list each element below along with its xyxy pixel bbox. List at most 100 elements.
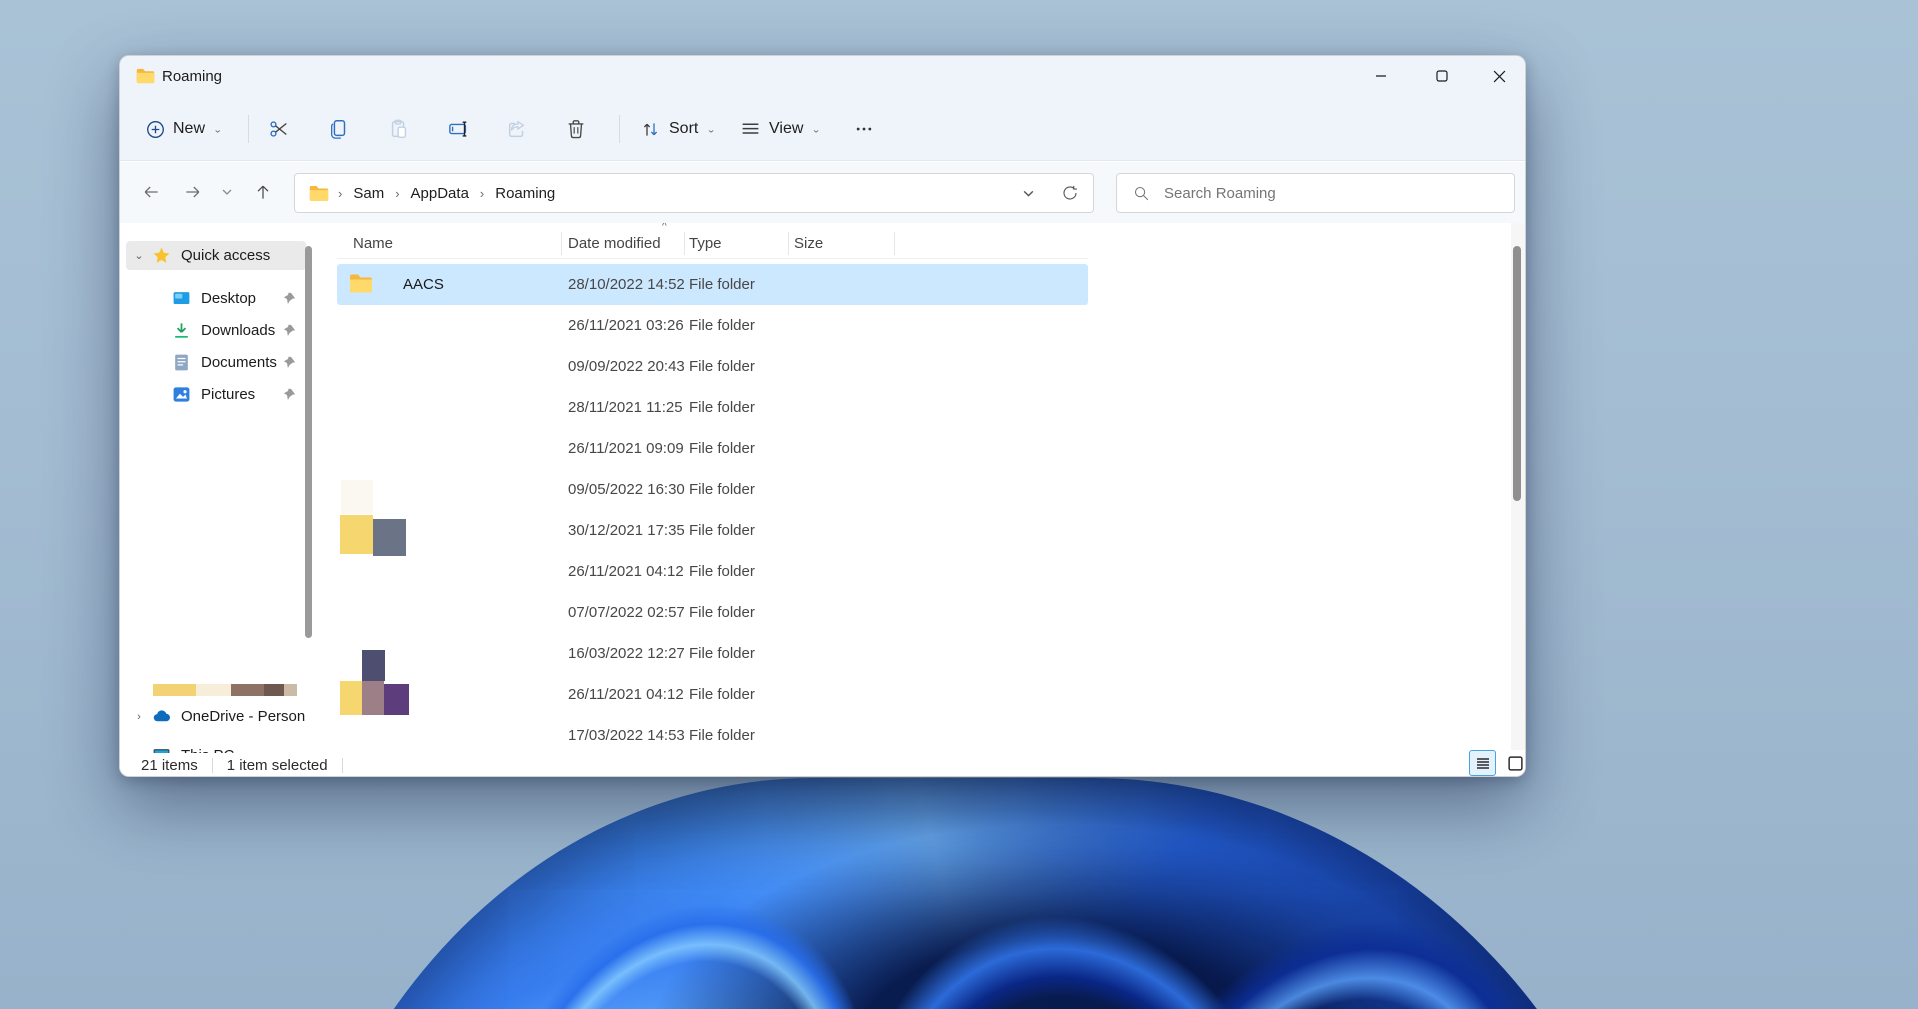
file-row[interactable]: 17/03/2022 14:53 File folder bbox=[337, 715, 1088, 753]
view-button-label: View bbox=[769, 120, 803, 138]
redacted-name-block bbox=[340, 681, 362, 715]
sidebar-item-desktop[interactable]: Desktop bbox=[126, 284, 306, 313]
column-divider[interactable] bbox=[561, 232, 562, 255]
file-row[interactable]: 26/11/2021 09:09 File folder bbox=[337, 428, 1088, 469]
computer-icon bbox=[152, 746, 171, 753]
up-button[interactable] bbox=[246, 176, 280, 208]
breadcrumb-sam[interactable]: Sam bbox=[351, 183, 386, 204]
minimize-button[interactable] bbox=[1358, 56, 1404, 96]
star-icon bbox=[152, 246, 171, 265]
content-area: ⌄ Quick access Desktop Downloads bbox=[120, 223, 1525, 753]
downloads-icon bbox=[172, 321, 191, 340]
window-title: Roaming bbox=[162, 68, 222, 85]
forward-icon bbox=[183, 182, 203, 202]
file-type: File folder bbox=[689, 317, 755, 334]
maximize-button[interactable] bbox=[1419, 56, 1465, 96]
file-name: AACS bbox=[403, 276, 444, 293]
redacted-name-block bbox=[340, 515, 373, 554]
sidebar-item-quick-access[interactable]: ⌄ Quick access bbox=[126, 241, 306, 270]
copy-button[interactable] bbox=[320, 110, 358, 148]
chevron-down-icon[interactable]: ⌄ bbox=[126, 249, 152, 262]
new-button[interactable]: New ⌄ bbox=[138, 110, 230, 148]
file-list-scrollbar[interactable] bbox=[1511, 223, 1525, 753]
file-type: File folder bbox=[689, 686, 755, 703]
file-row[interactable]: 28/11/2021 11:25 File folder bbox=[337, 387, 1088, 428]
redacted-name-block bbox=[231, 684, 264, 696]
details-view-icon bbox=[1475, 755, 1491, 771]
items-count: 21 items bbox=[141, 757, 198, 774]
sort-button[interactable]: Sort ⌄ bbox=[632, 110, 724, 148]
sort-ascending-icon: ^ bbox=[662, 223, 667, 232]
chevron-right-icon[interactable]: › bbox=[126, 711, 152, 723]
share-button[interactable] bbox=[498, 110, 536, 148]
breadcrumb-appdata[interactable]: AppData bbox=[409, 183, 471, 204]
paste-icon bbox=[388, 118, 410, 140]
back-icon bbox=[141, 182, 161, 202]
thumbnail-view-button[interactable] bbox=[1502, 750, 1526, 776]
pin-icon bbox=[283, 388, 296, 401]
column-header-size[interactable]: Size bbox=[794, 228, 823, 259]
selection-count: 1 item selected bbox=[227, 757, 328, 774]
copy-icon bbox=[328, 118, 350, 140]
pin-icon bbox=[283, 356, 296, 369]
redacted-name-block bbox=[373, 519, 406, 556]
sort-icon bbox=[640, 119, 661, 140]
search-input[interactable] bbox=[1164, 185, 1464, 202]
sidebar-item-pictures[interactable]: Pictures bbox=[126, 380, 306, 409]
sidebar-item-onedrive[interactable]: › OneDrive - Person bbox=[126, 702, 306, 731]
redacted-name-block bbox=[264, 684, 284, 696]
sidebar-scrollbar[interactable] bbox=[305, 246, 312, 638]
titlebar[interactable]: Roaming bbox=[120, 56, 1525, 98]
file-row[interactable]: 30/12/2021 17:35 File folder bbox=[337, 510, 1088, 551]
redacted-name-block bbox=[284, 684, 297, 696]
view-button[interactable]: View ⌄ bbox=[732, 110, 829, 148]
address-dropdown-icon[interactable] bbox=[1022, 187, 1035, 200]
file-date: 30/12/2021 17:35 bbox=[568, 522, 685, 539]
recent-locations-icon bbox=[221, 186, 233, 198]
scrollbar-thumb[interactable] bbox=[1513, 246, 1521, 501]
column-header-name[interactable]: Name bbox=[353, 228, 393, 259]
file-row[interactable]: 09/05/2022 16:30 File folder bbox=[337, 469, 1088, 510]
forward-button[interactable] bbox=[176, 176, 210, 208]
breadcrumb-separator: › bbox=[471, 186, 493, 201]
breadcrumb-separator: › bbox=[386, 186, 408, 201]
file-row[interactable]: 07/07/2022 02:57 File folder bbox=[337, 592, 1088, 633]
file-row[interactable]: 09/09/2022 20:43 File folder bbox=[337, 346, 1088, 387]
file-row[interactable]: 16/03/2022 12:27 File folder bbox=[337, 633, 1088, 674]
column-header-type[interactable]: Type bbox=[689, 228, 722, 259]
search-box[interactable] bbox=[1116, 173, 1515, 213]
address-breadcrumb-bar[interactable]: › Sam › AppData › Roaming bbox=[294, 173, 1094, 213]
paste-button[interactable] bbox=[380, 110, 418, 148]
close-icon bbox=[1493, 70, 1506, 83]
navigation-pane: ⌄ Quick access Desktop Downloads bbox=[120, 223, 331, 753]
sidebar-item-label: Downloads bbox=[201, 322, 275, 339]
file-row[interactable]: 26/11/2021 04:12 File folder bbox=[337, 551, 1088, 592]
column-divider[interactable] bbox=[894, 232, 895, 255]
file-date: 09/09/2022 20:43 bbox=[568, 358, 685, 375]
details-view-button[interactable] bbox=[1469, 750, 1496, 776]
column-header-date[interactable]: Date modified bbox=[568, 228, 661, 259]
rename-button[interactable] bbox=[440, 110, 478, 148]
delete-button[interactable] bbox=[557, 110, 595, 148]
breadcrumb-roaming[interactable]: Roaming bbox=[493, 183, 557, 204]
refresh-icon[interactable] bbox=[1061, 184, 1079, 202]
file-date: 28/11/2021 11:25 bbox=[568, 399, 683, 416]
sidebar-item-downloads[interactable]: Downloads bbox=[126, 316, 306, 345]
folder-icon bbox=[136, 68, 155, 84]
sidebar-item-documents[interactable]: Documents bbox=[126, 348, 306, 377]
back-button[interactable] bbox=[134, 176, 168, 208]
close-button[interactable] bbox=[1476, 56, 1522, 96]
more-options-button[interactable] bbox=[846, 110, 882, 148]
toolbar-divider bbox=[619, 115, 620, 143]
file-row-aacs[interactable]: AACS 28/10/2022 14:52 File folder bbox=[337, 264, 1088, 305]
recent-locations-button[interactable] bbox=[215, 176, 239, 208]
column-divider[interactable] bbox=[788, 232, 789, 255]
file-row[interactable]: 26/11/2021 04:12 File folder bbox=[337, 674, 1088, 715]
column-divider[interactable] bbox=[684, 232, 685, 255]
file-row[interactable]: 26/11/2021 03:26 File folder bbox=[337, 305, 1088, 346]
address-bar-row: › Sam › AppData › Roaming bbox=[120, 162, 1525, 223]
toolbar-divider bbox=[248, 115, 249, 143]
sidebar-item-this-pc[interactable]: ⌄ This PC bbox=[126, 741, 306, 753]
file-date: 26/11/2021 03:26 bbox=[568, 317, 684, 334]
cut-button[interactable] bbox=[260, 110, 298, 148]
